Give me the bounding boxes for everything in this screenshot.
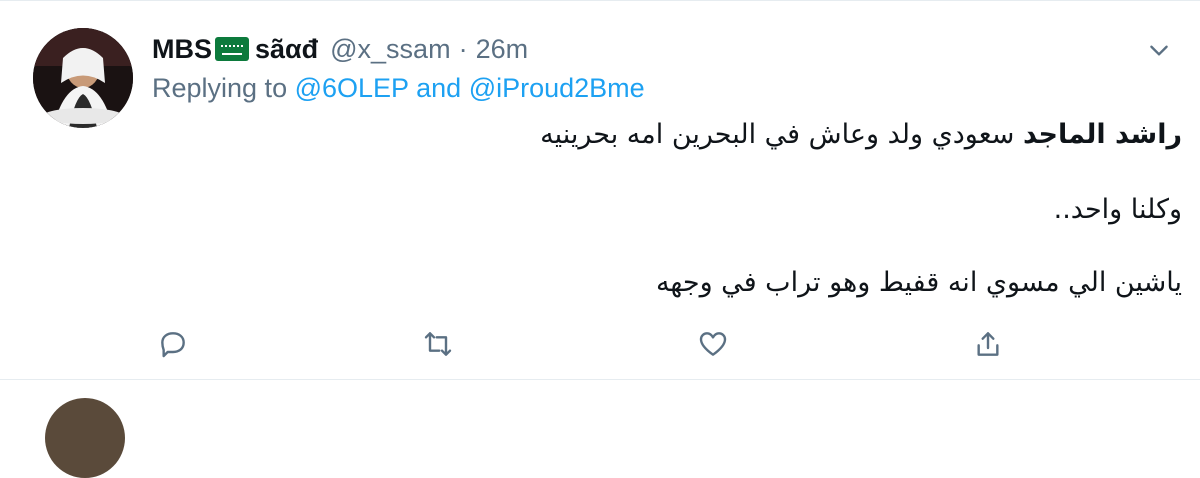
avatar-image (33, 28, 133, 128)
tweet-actions (155, 326, 1015, 362)
saudi-flag-icon (215, 37, 249, 61)
display-name-suffix[interactable]: sãαđ (255, 34, 318, 65)
bold-name: راشد الماجد (1022, 119, 1182, 150)
tweet-header: MBS sãαđ @x_ssam · 26m (152, 29, 528, 69)
replying-to-label: Replying to (152, 73, 288, 103)
avatar[interactable] (33, 28, 133, 128)
heart-icon[interactable] (695, 326, 731, 362)
tweet-text-line: وكلنا واحد.. (1053, 194, 1182, 225)
separator-dot: · (458, 33, 468, 64)
tweet-text-line: راشد الماجد سعودي ولد وعاش في البحرين ام… (540, 119, 1182, 150)
tweet[interactable]: MBS sãαđ @x_ssam · 26m Replying to @6OLE… (0, 0, 1200, 380)
display-name[interactable]: MBS (152, 34, 212, 65)
tweet-text-line: ياشين الي مسوي انه قفيط وهو تراب في وجهه (655, 267, 1182, 298)
reply-mention-1[interactable]: @6OLEP (295, 73, 409, 103)
share-icon[interactable] (970, 326, 1006, 362)
tweet-timestamp[interactable]: 26m (476, 34, 529, 65)
retweet-icon[interactable] (420, 326, 456, 362)
line1-text: سعودي ولد وعاش في البحرين امه بحرينيه (540, 119, 1023, 150)
replying-to-line: Replying to @6OLEP and @iProud2Bme (152, 73, 645, 104)
user-handle[interactable]: @x_ssam (330, 34, 450, 65)
chevron-down-icon[interactable] (1146, 37, 1172, 63)
reply-mention-2[interactable]: @iProud2Bme (469, 73, 645, 103)
reply-and: and (416, 73, 462, 103)
next-tweet-avatar[interactable] (45, 398, 125, 478)
reply-icon[interactable] (155, 326, 191, 362)
